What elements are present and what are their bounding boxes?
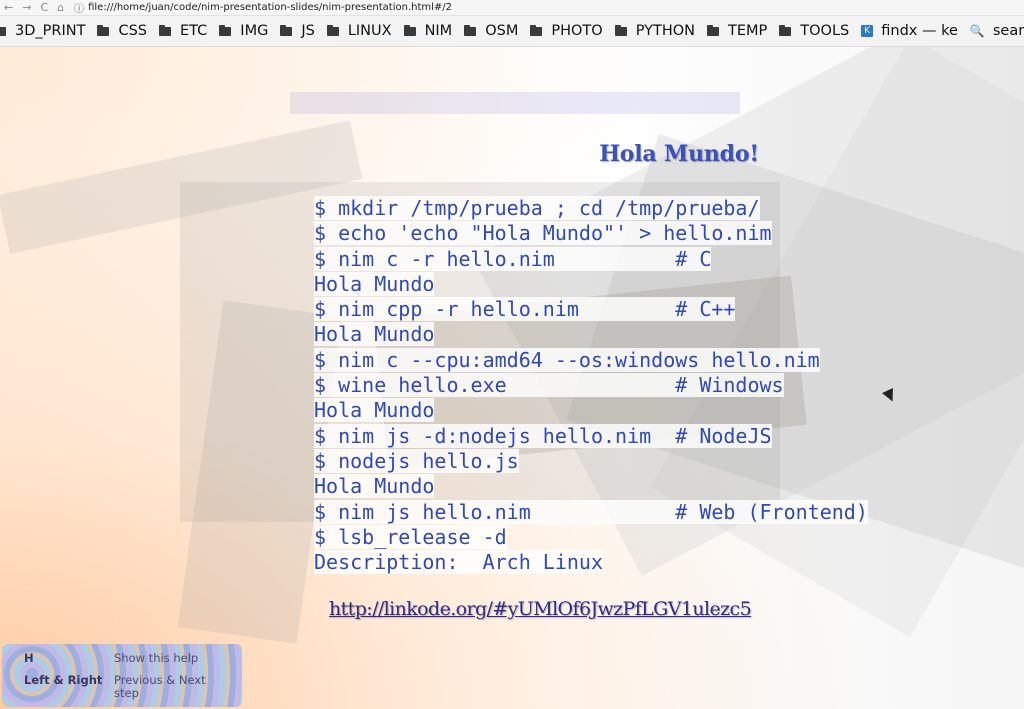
code-line: $ nim c --cpu:amd64 --os:windows hello.n… [314,347,868,373]
code-line: Hola Mundo [314,322,868,347]
bookmark-label: PHOTO [551,23,603,39]
bookmark-label: 3D_PRINT [15,23,86,39]
folder-icon [530,24,543,36]
bookmark-label: TOOLS [800,23,850,39]
bookmark-label: NIM [424,23,453,39]
bookmark-label: PYTHON [635,23,695,39]
code-line: $ echo 'echo "Hola Mundo"' > hello.nim [314,221,868,246]
bookmark-folder[interactable]: LINUX [326,23,392,39]
folder-icon [0,26,6,36]
code-line-text: $ nim c --cpu:amd64 --os:windows hello.n… [314,347,820,372]
bookmark-label: JS [301,23,315,39]
info-icon[interactable]: ⓘ [74,0,84,15]
bookmark-folder[interactable]: JS [280,23,315,39]
code-line: Description: Arch Linux [314,550,868,575]
bookmark-label: ETC [180,23,208,39]
code-line: $ wine hello.exe # Windows [314,373,868,398]
code-line: $ nodejs hello.js [314,448,868,474]
help-panel-content: H Show this help Left & Right Previous &… [2,644,242,707]
code-line: Hola Mundo [314,271,868,297]
code-line: $ nim js -d:nodejs hello.nim # NodeJS [314,423,868,449]
folder-icon [280,24,293,36]
code-line-text: $ wine hello.exe # Windows [314,373,784,398]
folder-icon [97,24,110,36]
folder-icon [326,24,339,36]
bookmark-folder[interactable]: CSS [97,23,147,39]
code-line: $ nim js hello.nim # Web (Frontend) [314,499,868,525]
bookmark-label: IMG [240,23,269,39]
folder-icon [707,24,719,36]
address-bar: ← → C ⌂ ⓘ file:///home/juan/code/nim-pre… [0,0,1024,16]
code-line-text: $ nim js -d:nodejs hello.nim # NodeJS [314,423,772,448]
help-desc-h: Show this help [114,651,199,665]
code-line-text: Description: Arch Linux [314,550,603,575]
findx-icon: K [861,25,874,37]
folder-icon [614,24,627,36]
help-panel: H Show this help Left & Right Previous &… [2,644,242,707]
code-line-text: $ nim cpp -r hello.nim # C++ [314,297,736,322]
forward-icon[interactable]: → [22,0,31,15]
reload-icon[interactable]: C [40,0,48,15]
slide-stage: Hola Mundo! $ mkdir /tmp/prueba ; cd /tm… [0,47,1024,709]
folder-icon [779,24,792,36]
home-icon[interactable]: ⌂ [57,0,64,15]
nav-buttons: ← → C ⌂ [0,0,64,15]
code-line: $ nim cpp -r hello.nim # C++ [314,297,868,322]
folder-icon [219,24,232,36]
bookmark-label: LINUX [347,23,392,39]
search-icon: 🔍 [969,24,985,38]
bookmarks-bar: 3D_PRINT CSS ETC IMG JS LINUX NIM OSM PH… [0,16,1024,47]
bookmark-folder[interactable]: 3D_PRINT [0,23,85,39]
bookmark-folder[interactable]: PYTHON [614,23,695,39]
help-desc-arrows: Previous & Next step [114,673,206,700]
code-line: $ nim c -r hello.nim # C [314,246,868,272]
help-key-arrows: Left & Right [24,673,103,687]
bookmark-label: searx.me [992,23,1024,39]
code-line-text: $ nim c -r hello.nim # C [314,246,712,271]
code-line-text: Hola Mundo [314,271,435,296]
bookmark-folder[interactable]: OSM [464,23,518,39]
folder-icon [403,24,416,36]
code-line-text: Hola Mundo [314,474,435,499]
code-line: $ lsb_release -d [314,524,868,550]
url-field[interactable]: file:///home/juan/code/nim-presentation-… [88,2,452,13]
code-line-text: $ lsb_release -d [314,524,507,549]
bookmark-findx[interactable]: Kfindx — ke [861,23,958,39]
linkode-link[interactable]: http://linkode.org/#yUMlOf6JwzPfLGV1ulez… [329,598,752,620]
slide-title: Hola Mundo! [599,141,759,167]
bookmark-folder[interactable]: PHOTO [530,23,603,39]
help-key-h: H [24,651,34,665]
bookmark-folder[interactable]: TOOLS [779,23,849,39]
bookmark-label: findx — ke [881,23,958,39]
code-line-text: Hola Mundo [314,398,435,423]
bookmark-label: CSS [118,23,147,39]
folder-icon [159,24,171,36]
back-icon[interactable]: ← [4,0,13,15]
code-line-text: $ mkdir /tmp/prueba ; cd /tmp/prueba/ [314,196,760,220]
background-decoration [290,92,740,114]
code-block: $ mkdir /tmp/prueba ; cd /tmp/prueba/$ e… [314,196,868,575]
code-line: Hola Mundo [314,474,868,499]
code-line-text: $ nim js hello.nim # Web (Frontend) [314,499,868,524]
bookmark-label: OSM [485,23,519,39]
code-line-text: Hola Mundo [314,322,435,347]
bookmark-searx[interactable]: 🔍 searx.me [970,23,1024,39]
code-line-text: $ nodejs hello.js [314,448,519,473]
bookmark-label: TEMP [728,23,768,39]
bookmark-folder[interactable]: NIM [403,23,453,39]
bookmark-folder[interactable]: TEMP [707,23,767,39]
code-line: Hola Mundo [314,398,868,423]
code-line: $ mkdir /tmp/prueba ; cd /tmp/prueba/ [314,196,868,221]
bookmark-folder[interactable]: ETC [159,23,207,39]
folder-icon [464,24,477,36]
code-line-text: $ echo 'echo "Hola Mundo"' > hello.nim [314,221,772,246]
bookmark-folder[interactable]: IMG [219,23,268,39]
